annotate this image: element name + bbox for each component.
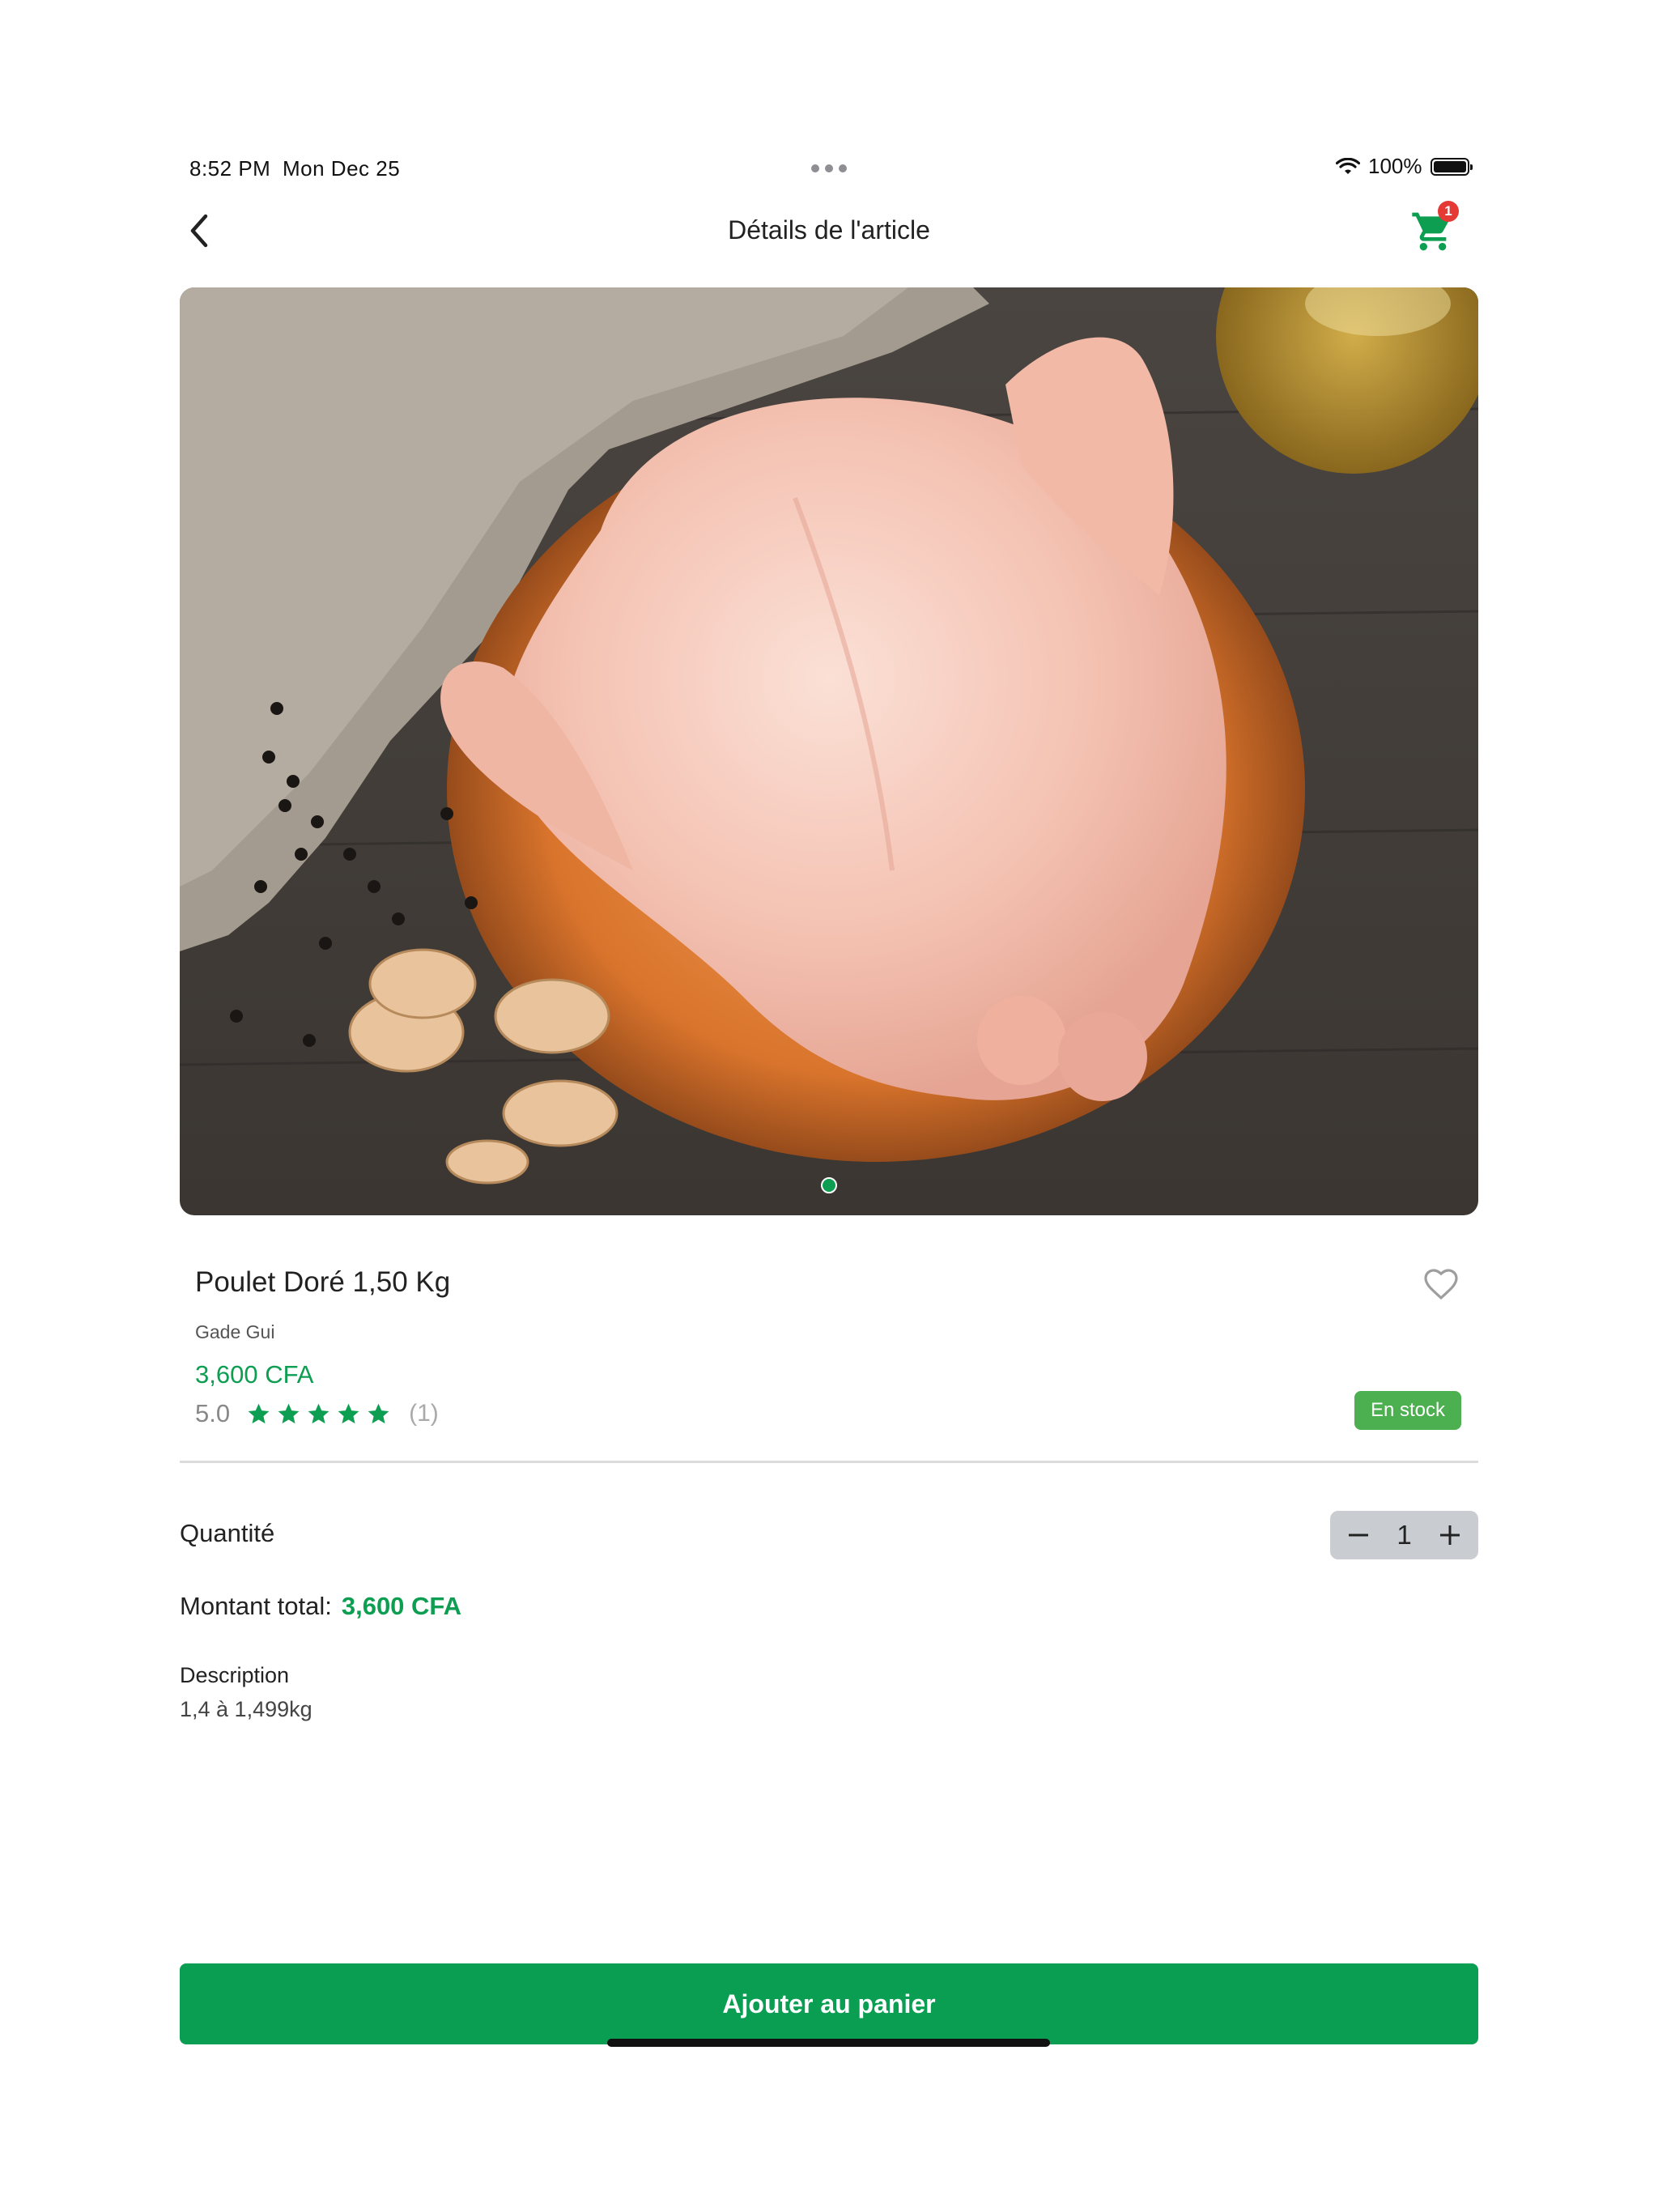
cart-count-badge: 1 bbox=[1438, 201, 1459, 222]
favorite-button[interactable] bbox=[1422, 1265, 1460, 1304]
product-price: 3,600 CFA bbox=[195, 1360, 314, 1389]
heart-outline-icon bbox=[1424, 1269, 1458, 1300]
multitasking-dots[interactable] bbox=[811, 164, 847, 172]
decrement-button[interactable] bbox=[1345, 1521, 1372, 1549]
add-to-cart-button[interactable]: Ajouter au panier bbox=[180, 1963, 1478, 2044]
carousel-page-indicator[interactable] bbox=[821, 1177, 837, 1193]
product-image bbox=[180, 287, 1478, 1215]
product-image-carousel[interactable] bbox=[180, 287, 1478, 1215]
battery-icon bbox=[1430, 157, 1473, 176]
rating-row: 5.0 (1) bbox=[195, 1399, 439, 1428]
status-time: 8:52 PM bbox=[189, 156, 271, 181]
quantity-value: 1 bbox=[1397, 1520, 1412, 1550]
home-indicator[interactable] bbox=[607, 2039, 1050, 2047]
rating-value: 5.0 bbox=[195, 1399, 231, 1427]
star-icon bbox=[248, 1403, 270, 1423]
total-label: Montant total: bbox=[180, 1592, 332, 1620]
description-text: 1,4 à 1,499kg bbox=[180, 1697, 312, 1721]
rating-count: (1) bbox=[409, 1400, 439, 1427]
star-icon bbox=[308, 1403, 329, 1423]
status-right: 100% bbox=[1336, 154, 1473, 179]
quantity-label: Quantité bbox=[180, 1519, 275, 1547]
product-name: Poulet Doré 1,50 Kg bbox=[195, 1266, 451, 1298]
quantity-stepper: 1 bbox=[1330, 1511, 1478, 1559]
star-icon bbox=[368, 1403, 389, 1423]
increment-button[interactable] bbox=[1436, 1521, 1464, 1549]
divider bbox=[180, 1461, 1478, 1463]
battery-percent: 100% bbox=[1368, 154, 1422, 178]
total-value: 3,600 CFA bbox=[341, 1592, 462, 1620]
star-icon bbox=[278, 1403, 300, 1423]
total-row: Montant total: 3,600 CFA bbox=[180, 1592, 461, 1621]
cart-button[interactable]: 1 bbox=[1405, 201, 1464, 256]
plus-icon bbox=[1439, 1525, 1460, 1545]
status-date: Mon Dec 25 bbox=[283, 156, 401, 181]
wifi-icon bbox=[1336, 157, 1360, 174]
rating-stars bbox=[246, 1402, 391, 1427]
star-icon bbox=[338, 1403, 359, 1423]
product-brand: Gade Gui bbox=[195, 1321, 275, 1342]
description-title: Description bbox=[180, 1663, 290, 1687]
minus-icon bbox=[1349, 1534, 1368, 1537]
stock-badge: En stock bbox=[1354, 1391, 1461, 1430]
